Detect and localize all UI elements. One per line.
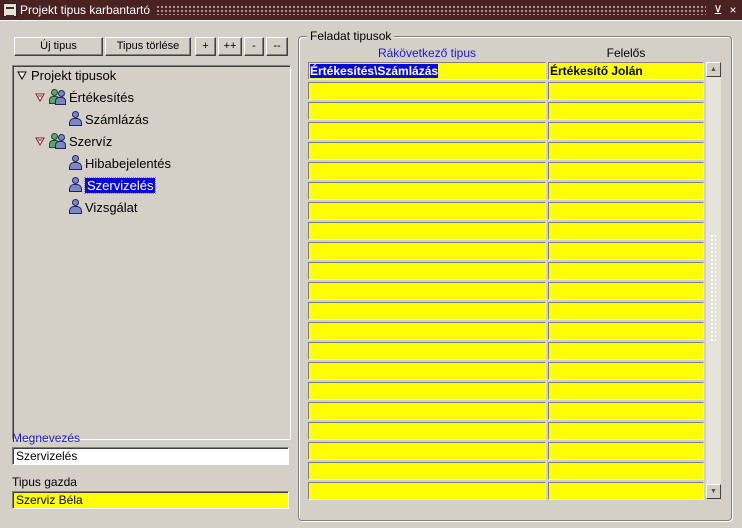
task-cell-next-type[interactable] — [308, 442, 546, 460]
task-cell-next-type[interactable] — [308, 302, 546, 320]
task-types-title: Feladat tipusok — [307, 29, 395, 43]
tree-item-label[interactable]: Számlázás — [85, 112, 149, 127]
task-cell-responsible[interactable] — [548, 422, 704, 440]
task-cell-next-type[interactable] — [308, 162, 546, 180]
task-cell-responsible[interactable]: Értékesítő Jolán — [548, 62, 704, 80]
task-cell-responsible[interactable] — [548, 262, 704, 280]
task-cell-text: Értékesítő Jolán — [550, 64, 643, 78]
tree-item-label[interactable]: Hibabejelentés — [85, 156, 171, 171]
delete-type-button[interactable]: Tipus törlése — [105, 37, 191, 56]
name-field[interactable]: Szervizelés — [12, 447, 289, 465]
name-label: Megnevezés — [12, 431, 81, 445]
task-cell-next-type[interactable] — [308, 202, 546, 220]
new-type-button[interactable]: Új tipus — [14, 37, 103, 56]
project-type-tree[interactable] — [12, 65, 291, 440]
group-icon — [49, 89, 67, 105]
owner-field[interactable]: Szerviz Béla — [12, 491, 289, 509]
task-cell-responsible[interactable] — [548, 162, 704, 180]
task-cell-next-type[interactable] — [308, 222, 546, 240]
task-cell-responsible[interactable] — [548, 142, 704, 160]
task-cell-next-type[interactable] — [308, 242, 546, 260]
task-cell-responsible[interactable] — [548, 222, 704, 240]
tree-item-vizsgalat[interactable]: Vizsgálat — [68, 198, 138, 216]
tree-group-ertekesites[interactable]: Értékesítés — [35, 88, 134, 106]
tree-item-hibabejelentes[interactable]: Hibabejelentés — [68, 154, 171, 172]
tree-item-szamlazas[interactable]: Számlázás — [68, 110, 149, 128]
scroll-down-icon[interactable]: ▼ — [706, 484, 721, 499]
task-cell-responsible[interactable] — [548, 82, 704, 100]
task-cell-next-type[interactable] — [308, 402, 546, 420]
task-cell-next-type[interactable] — [308, 262, 546, 280]
task-cell-next-type[interactable] — [308, 82, 546, 100]
person-icon — [68, 177, 82, 193]
person-icon — [68, 111, 82, 127]
scroll-up-icon[interactable]: ▲ — [706, 62, 721, 77]
task-cell-responsible[interactable] — [548, 402, 704, 420]
task-cell-next-type[interactable] — [308, 102, 546, 120]
column-header-next-type: Rákövetkező tipus — [377, 46, 477, 60]
title-bar: Projekt tipus karbantartó ⊻ × — [0, 0, 742, 20]
task-cell-responsible[interactable] — [548, 302, 704, 320]
task-cell-next-type[interactable] — [308, 462, 546, 480]
task-cell-responsible[interactable] — [548, 442, 704, 460]
task-cell-responsible[interactable] — [548, 102, 704, 120]
window-body: Új tipus Tipus törlése + ++ - -- Projekt… — [0, 20, 742, 528]
tree-item-label-selected[interactable]: Szervizelés — [83, 176, 157, 194]
task-cell-next-type[interactable] — [308, 382, 546, 400]
task-cell-responsible[interactable] — [548, 182, 704, 200]
resize-grip[interactable] — [710, 234, 716, 342]
collapse-toggle-icon[interactable] — [35, 136, 45, 146]
collapse-toggle-icon[interactable] — [35, 92, 45, 102]
collapse-button[interactable]: - — [244, 37, 264, 56]
tree-group-label[interactable]: Értékesítés — [69, 90, 134, 105]
task-cell-responsible[interactable] — [548, 342, 704, 360]
tree-item-label[interactable]: Vizsgálat — [85, 200, 138, 215]
person-icon — [68, 199, 82, 215]
task-cell-next-type[interactable] — [308, 362, 546, 380]
task-cell-text: Értékesítés\Számlázás — [310, 64, 439, 78]
window-title: Projekt tipus karbantartó — [20, 3, 151, 17]
tree-group-szerviz[interactable]: Szervíz — [35, 132, 112, 150]
task-cell-next-type[interactable] — [308, 422, 546, 440]
tree-root[interactable]: Projekt tipusok — [17, 66, 116, 84]
task-cell-next-type[interactable] — [308, 122, 546, 140]
task-cell-next-type[interactable] — [308, 322, 546, 340]
task-cell-responsible[interactable] — [548, 322, 704, 340]
group-icon — [49, 133, 67, 149]
task-cell-next-type[interactable] — [308, 482, 546, 500]
column-header-responsible: Felelős — [606, 46, 646, 60]
app-icon[interactable] — [3, 3, 17, 17]
person-icon — [68, 155, 82, 171]
task-cell-next-type[interactable] — [308, 142, 546, 160]
collapse-all-button[interactable]: -- — [266, 37, 288, 56]
collapse-toggle-icon[interactable] — [17, 70, 27, 80]
minimize-icon[interactable]: ⊻ — [712, 3, 724, 17]
task-cell-responsible[interactable] — [548, 282, 704, 300]
task-cell-next-type[interactable] — [308, 342, 546, 360]
expand-all-button[interactable]: ++ — [218, 37, 242, 56]
tree-root-label[interactable]: Projekt tipusok — [31, 68, 116, 83]
close-icon[interactable]: × — [727, 3, 739, 17]
task-cell-responsible[interactable] — [548, 362, 704, 380]
task-cell-responsible[interactable] — [548, 122, 704, 140]
task-cell-next-type[interactable] — [308, 282, 546, 300]
task-cell-responsible[interactable] — [548, 242, 704, 260]
task-cell-responsible[interactable] — [548, 482, 704, 500]
tree-item-szervizeles[interactable]: Szervizelés — [68, 176, 157, 194]
owner-label: Tipus gazda — [12, 475, 77, 489]
task-cell-responsible[interactable] — [548, 462, 704, 480]
expand-button[interactable]: + — [195, 37, 216, 56]
task-cell-next-type[interactable]: Értékesítés\Számlázás — [308, 62, 546, 80]
task-cell-responsible[interactable] — [548, 202, 704, 220]
tree-group-label[interactable]: Szervíz — [69, 134, 112, 149]
task-cell-next-type[interactable] — [308, 182, 546, 200]
task-cell-responsible[interactable] — [548, 382, 704, 400]
title-bar-pattern — [156, 5, 706, 15]
